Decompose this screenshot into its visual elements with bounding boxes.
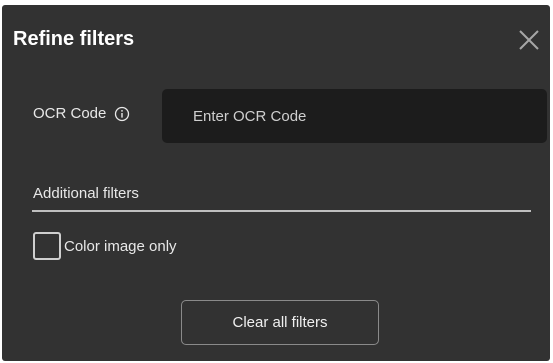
section-divider <box>32 210 531 212</box>
additional-filters-heading: Additional filters <box>33 185 139 202</box>
close-button[interactable] <box>516 27 542 53</box>
info-icon[interactable] <box>114 106 130 122</box>
dialog-title: Refine filters <box>13 28 135 50</box>
clear-all-filters-button[interactable]: Clear all filters <box>181 300 379 345</box>
close-icon <box>516 27 542 53</box>
refine-filters-dialog: Refine filters OCR Code Additional filte… <box>2 5 550 361</box>
ocr-code-label: OCR Code <box>33 105 107 122</box>
ocr-code-label-group: OCR Code <box>33 105 130 122</box>
color-image-only-checkbox[interactable] <box>33 232 61 260</box>
color-image-only-label: Color image only <box>64 237 177 255</box>
ocr-code-input[interactable] <box>162 89 547 143</box>
color-image-only-option[interactable]: Color image only <box>33 232 177 260</box>
